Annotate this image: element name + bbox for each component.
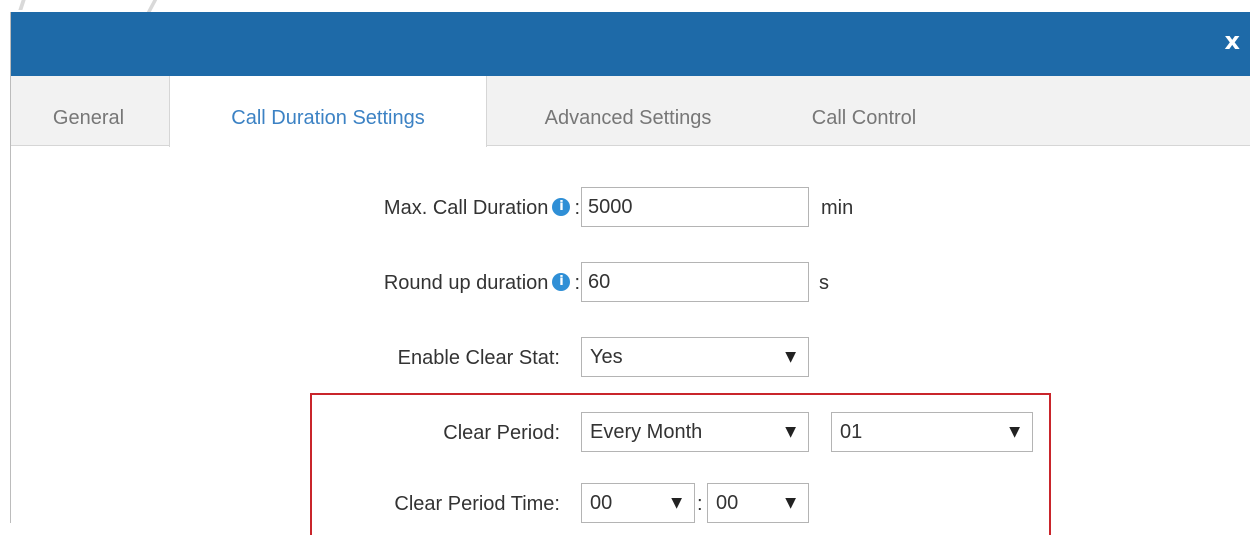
tab-advanced-settings[interactable]: Advanced Settings <box>487 76 769 146</box>
decorative-stroke <box>146 0 158 12</box>
enable-clear-stat-select[interactable]: Yes ▼ <box>581 337 809 377</box>
decorative-stroke <box>18 0 26 10</box>
max-call-duration-input[interactable]: 5000 <box>581 187 809 227</box>
highlight-annotation-box <box>310 393 1051 535</box>
dialog-titlebar: x <box>11 12 1250 76</box>
enable-clear-stat-label: Enable Clear Stat: <box>397 347 560 369</box>
round-up-duration-input[interactable]: 60 <box>581 262 809 302</box>
chevron-down-icon: ▼ <box>785 349 796 365</box>
round-up-duration-row: Round up duration i: 60 s <box>11 262 1250 302</box>
tab-call-duration-settings[interactable]: Call Duration Settings <box>169 76 487 147</box>
max-call-duration-label-text: Max. Call Duration <box>383 197 549 219</box>
tab-general[interactable]: General <box>11 76 166 146</box>
round-up-duration-unit: s <box>819 272 829 294</box>
info-icon[interactable]: i <box>552 197 571 216</box>
max-call-duration-label: Max. Call Duration i: <box>384 187 580 227</box>
tab-call-control[interactable]: Call Control <box>769 76 959 146</box>
info-icon[interactable]: i <box>552 272 571 291</box>
max-call-duration-unit: min <box>821 197 854 219</box>
enable-clear-stat-row: Enable Clear Stat: Yes ▼ <box>11 337 1250 377</box>
round-up-duration-label-text: Round up duration <box>383 272 549 294</box>
max-call-duration-row: Max. Call Duration i: 5000 min <box>11 187 1250 227</box>
tab-bar: General Call Duration Settings Advanced … <box>11 76 1250 147</box>
label-colon: : <box>574 272 580 294</box>
enable-clear-stat-value: Yes <box>590 346 623 368</box>
round-up-duration-label: Round up duration i: <box>384 262 580 302</box>
label-colon: : <box>574 197 580 219</box>
close-button[interactable]: x <box>1225 29 1240 53</box>
call-settings-dialog: x General Call Duration Settings Advance… <box>10 12 1250 535</box>
